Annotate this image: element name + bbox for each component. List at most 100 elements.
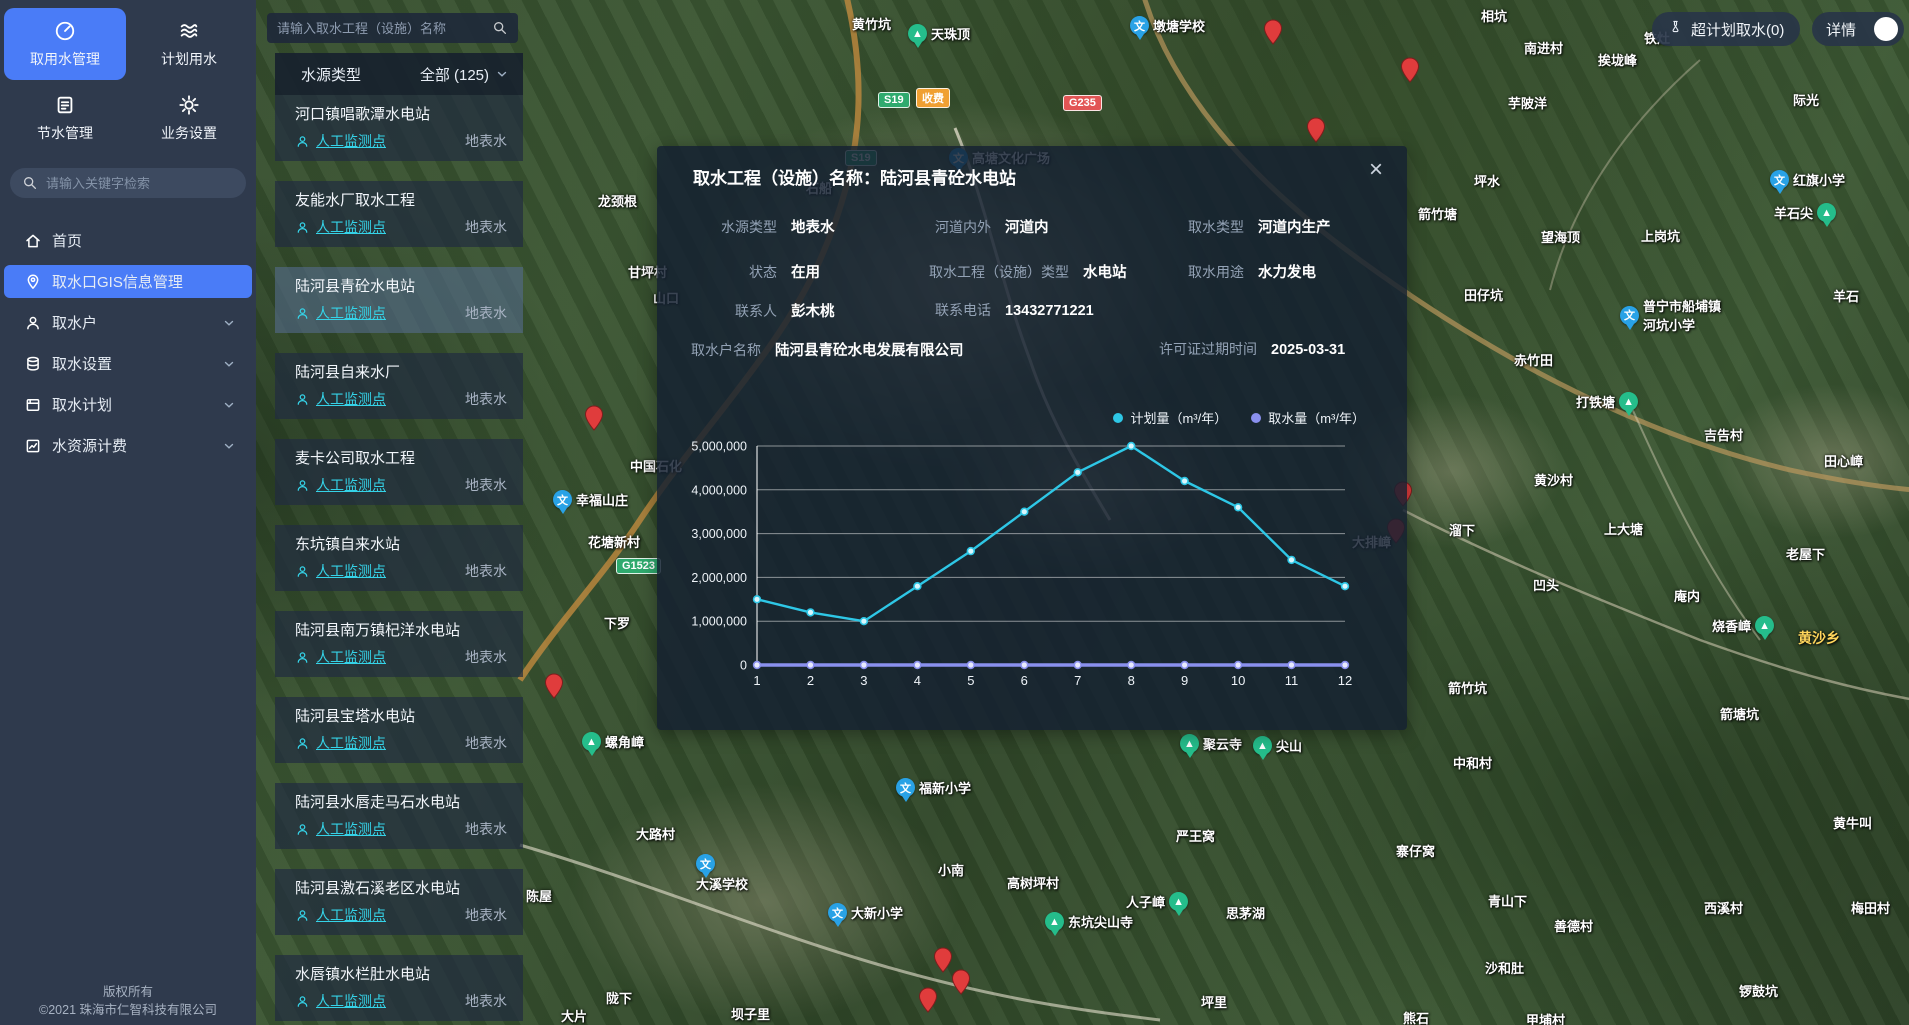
chevron-down-icon (222, 398, 236, 412)
search-icon[interactable] (492, 20, 508, 36)
red-map-pin[interactable] (933, 947, 953, 978)
monitor-type-link[interactable]: 人工监测点 (316, 991, 386, 1011)
copyright-line2: ©2021 珠海市仁智科技有限公司 (0, 1001, 256, 1019)
station-name: 陆河县青砼水电站 (295, 275, 415, 296)
station-list-item[interactable]: 水唇镇水栏肚水电站人工监测点地表水 (275, 955, 523, 1021)
map-poi[interactable]: ▲天珠顶 (908, 24, 970, 43)
red-map-pin[interactable] (584, 405, 604, 436)
map-poi[interactable]: ▲螺角嶂 (582, 732, 644, 751)
map-label: 锣鼓坑 (1739, 981, 1778, 1000)
monitor-type-link[interactable]: 人工监测点 (316, 303, 386, 323)
red-map-pin[interactable] (1263, 19, 1283, 50)
map-poi[interactable]: 文大新小学 (828, 903, 903, 922)
map-poi[interactable]: ▲尖山 (1253, 736, 1302, 755)
map-poi[interactable]: ▲东坑尖山寺 (1045, 912, 1133, 931)
map-label: 溜下 (1449, 520, 1475, 539)
sidebar-item-fee[interactable]: 水资源计费 (0, 425, 256, 466)
monitor-type-link[interactable]: 人工监测点 (316, 217, 386, 237)
map-poi[interactable]: 文大溪学校 (696, 854, 748, 893)
map-poi[interactable]: 文红旗小学 (1770, 170, 1845, 189)
station-list-item[interactable]: 麦卡公司取水工程人工监测点地表水 (275, 439, 523, 505)
red-map-pin[interactable] (918, 987, 938, 1018)
station-list-item[interactable]: 友能水厂取水工程人工监测点地表水 (275, 181, 523, 247)
map-poi[interactable]: 打铁塘▲ (1576, 392, 1638, 411)
filter-value: 全部 (125) (420, 64, 489, 85)
over-plan-intake-button[interactable]: 超计划取水(0) (1652, 12, 1800, 46)
station-list-item[interactable]: 陆河县宝塔水电站人工监测点地表水 (275, 697, 523, 763)
module-gauge[interactable]: 取用水管理 (4, 8, 126, 80)
sidebar-item-plan[interactable]: 取水计划 (0, 384, 256, 425)
station-list-item[interactable]: 陆河县激石溪老区水电站人工监测点地表水 (275, 869, 523, 935)
monitor-type-link[interactable]: 人工监测点 (316, 389, 386, 409)
svg-text:7: 7 (1074, 673, 1081, 688)
map-poi[interactable]: 文墩塘学校 (1130, 16, 1205, 35)
person-icon (295, 736, 310, 751)
monitor-type-link[interactable]: 人工监测点 (316, 561, 386, 581)
station-list-item[interactable]: 陆河县南万镇杞洋水电站人工监测点地表水 (275, 611, 523, 677)
red-map-pin[interactable] (544, 673, 564, 704)
school-poi-icon: 文 (1130, 16, 1149, 35)
sidebar-item-db[interactable]: 取水设置 (0, 343, 256, 384)
map-poi[interactable]: 羊石尖▲ (1774, 203, 1836, 222)
sidebar-search[interactable] (10, 168, 246, 198)
db-icon (24, 355, 42, 373)
detail-toggle[interactable]: 详情 (1812, 12, 1904, 46)
station-list-item[interactable]: 陆河县自来水厂人工监测点地表水 (275, 353, 523, 419)
over-plan-intake-label: 超计划取水(0) (1691, 19, 1784, 40)
svg-text:1: 1 (753, 673, 760, 688)
station-list-item[interactable]: 东坑镇自来水站人工监测点地表水 (275, 525, 523, 591)
map-label: 黄牛叫 (1833, 813, 1872, 832)
map-poi[interactable]: 烧香嶂▲ (1712, 616, 1774, 635)
map-poi[interactable]: 人子嶂▲ (1126, 892, 1188, 911)
map-poi[interactable]: ▲聚云寺 (1180, 734, 1242, 753)
school-poi-icon: 文 (1620, 306, 1639, 325)
map-label: 坝子里 (731, 1004, 770, 1023)
module-gear[interactable]: 业务设置 (128, 82, 250, 154)
map-poi[interactable]: 文普宁市船埔镇河坑小学 (1620, 296, 1721, 334)
module-doc[interactable]: 节水管理 (4, 82, 126, 154)
red-map-pin[interactable] (1400, 57, 1420, 88)
water-source-type: 地表水 (465, 991, 507, 1011)
map-poi-label: 羊石尖 (1774, 203, 1813, 222)
monitor-type-link[interactable]: 人工监测点 (316, 647, 386, 667)
detail-label: 详情 (1826, 19, 1856, 40)
sidebar-item-home[interactable]: 首页 (0, 220, 256, 261)
monitor-type-link[interactable]: 人工监测点 (316, 819, 386, 839)
station-list-item[interactable]: 陆河县青砼水电站人工监测点地表水 (275, 267, 523, 333)
map-poi-label: 东坑尖山寺 (1068, 912, 1133, 931)
app-root: 黄竹坑▲天珠顶文墩塘学校相坑南进村挨垅峰铁灶际光芋陂洋石船龙颈根甘坪村山口文高塘… (0, 0, 1909, 1025)
field-label: 河道内外 (935, 217, 991, 237)
field-value: 地表水 (791, 216, 835, 237)
red-map-pin[interactable] (1306, 117, 1326, 148)
map-label: 寨仔窝 (1396, 841, 1435, 860)
person-icon (295, 564, 310, 579)
gear-icon (178, 94, 200, 116)
monitor-type-link[interactable]: 人工监测点 (316, 131, 386, 151)
modal-title: 取水工程（设施）名称：陆河县青砼水电站 (693, 164, 1016, 189)
monitor-type-link[interactable]: 人工监测点 (316, 905, 386, 925)
filter-value-dropdown[interactable]: 全部 (125) (420, 64, 509, 85)
map-poi[interactable]: 文幸福山庄 (553, 490, 628, 509)
mountain-poi-icon: ▲ (1045, 912, 1064, 931)
sidebar-search-input[interactable] (46, 176, 226, 191)
red-map-pin[interactable] (951, 969, 971, 1000)
sidebar-item-user[interactable]: 取水户 (0, 302, 256, 343)
sidebar-item-pin[interactable]: 取水口GIS信息管理 (0, 261, 256, 302)
toggle-knob-icon[interactable] (1874, 17, 1898, 41)
station-search-input[interactable] (277, 21, 492, 36)
field-label: 取水工程（设施）类型 (929, 262, 1069, 282)
monitor-type-link[interactable]: 人工监测点 (316, 733, 386, 753)
station-list-item[interactable]: 河口镇唱歌潭水电站人工监测点地表水 (275, 95, 523, 161)
map-poi[interactable]: 文福新小学 (896, 778, 971, 797)
station-search[interactable] (267, 13, 518, 43)
waves-icon (178, 20, 200, 42)
station-list-item[interactable]: 陆河县水唇走马石水电站人工监测点地表水 (275, 783, 523, 849)
water-source-type: 地表水 (465, 905, 507, 925)
monitor-type-link[interactable]: 人工监测点 (316, 475, 386, 495)
close-icon[interactable]: × (1369, 158, 1383, 182)
fee-icon (24, 437, 42, 455)
school-poi-icon: 文 (1770, 170, 1789, 189)
intake-chart: 01,000,0002,000,0003,000,0004,000,0005,0… (657, 398, 1407, 708)
module-waves[interactable]: 计划用水 (128, 8, 250, 80)
person-icon (295, 134, 310, 149)
